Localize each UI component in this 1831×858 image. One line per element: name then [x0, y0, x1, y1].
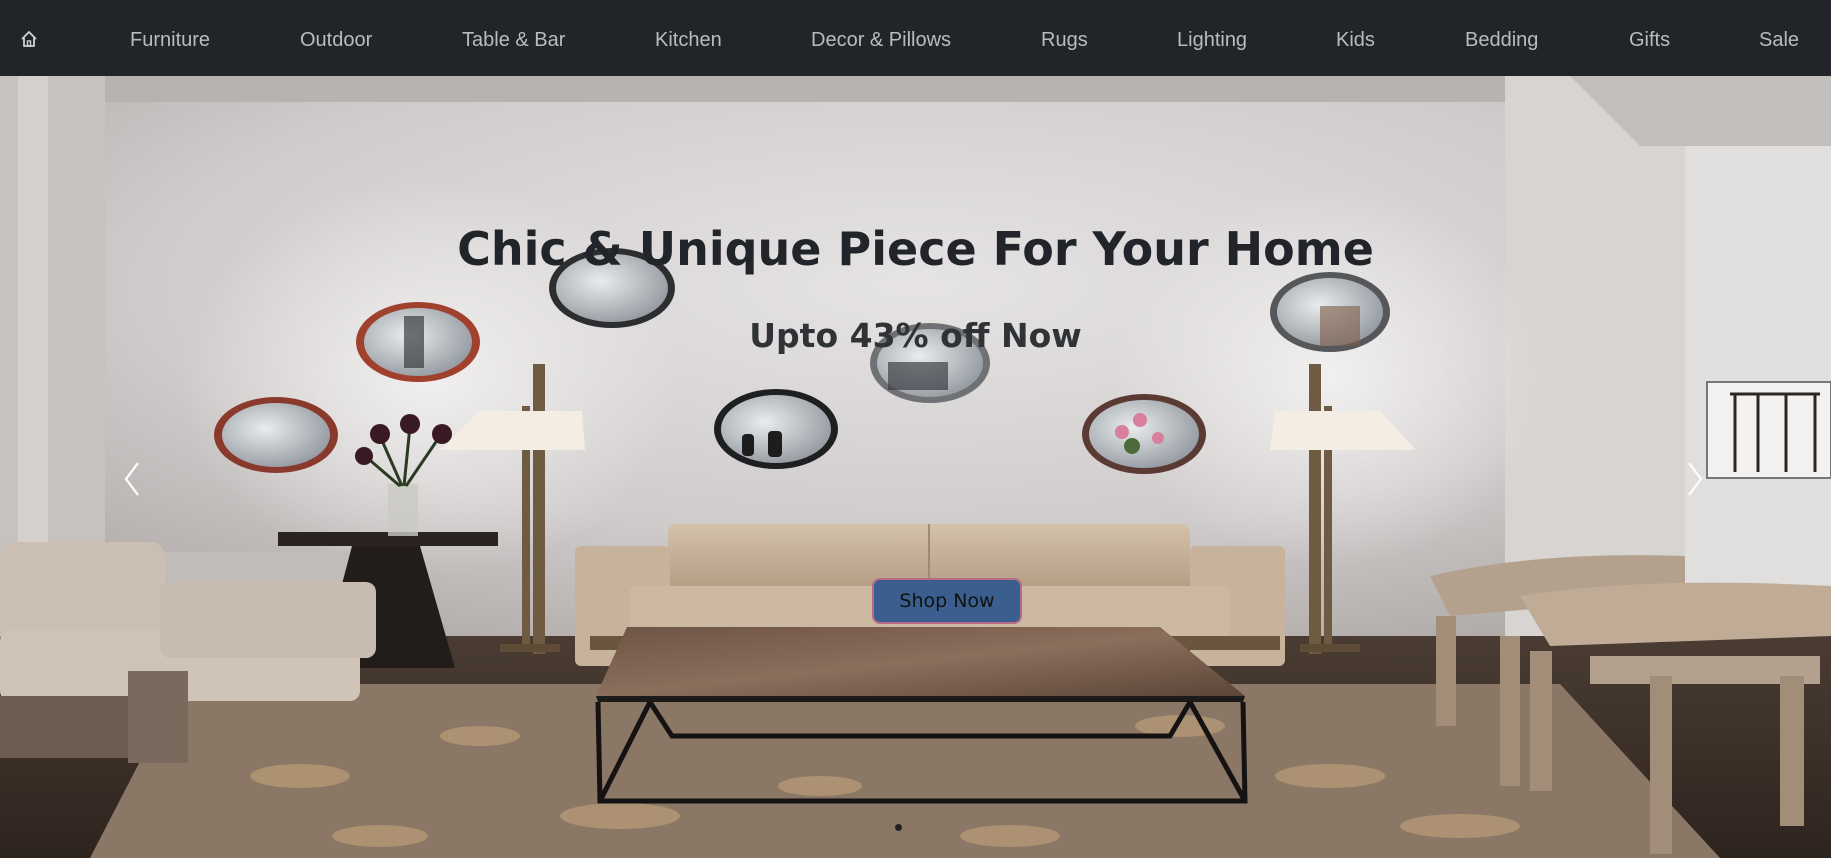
- nav-item-outdoor[interactable]: Outdoor: [300, 0, 372, 80]
- carousel-prev-button[interactable]: [114, 451, 154, 507]
- hero-subtitle: Upto 43% off Now: [749, 316, 1082, 355]
- nav-item-lighting[interactable]: Lighting: [1177, 0, 1247, 80]
- nav-item-rugs[interactable]: Rugs: [1041, 0, 1088, 80]
- nav-item-kids[interactable]: Kids: [1336, 0, 1375, 80]
- carousel-next-button[interactable]: [1677, 451, 1717, 507]
- nav-item-bedding[interactable]: Bedding: [1465, 0, 1538, 80]
- nav-item-furniture[interactable]: Furniture: [130, 0, 210, 80]
- hero-title: Chic & Unique Piece For Your Home: [457, 222, 1374, 276]
- hero-background-image: [0, 76, 1831, 858]
- chevron-left-icon: [124, 462, 139, 496]
- chevron-right-icon: [1688, 462, 1703, 496]
- hero-carousel: Chic & Unique Piece For Your Home Upto 4…: [0, 76, 1831, 858]
- top-navbar: Furniture Outdoor Table & Bar Kitchen De…: [0, 0, 1831, 76]
- nav-item-gifts[interactable]: Gifts: [1629, 0, 1670, 80]
- nav-item-sale[interactable]: Sale: [1759, 0, 1799, 80]
- nav-item-decor-pillows[interactable]: Decor & Pillows: [811, 0, 951, 80]
- nav-item-kitchen[interactable]: Kitchen: [655, 0, 722, 80]
- nav-item-table-bar[interactable]: Table & Bar: [462, 0, 565, 80]
- carousel-indicator-dot[interactable]: [895, 824, 902, 831]
- shop-now-button[interactable]: Shop Now: [872, 578, 1022, 624]
- home-icon: [21, 31, 37, 47]
- nav-home-link[interactable]: [20, 0, 42, 80]
